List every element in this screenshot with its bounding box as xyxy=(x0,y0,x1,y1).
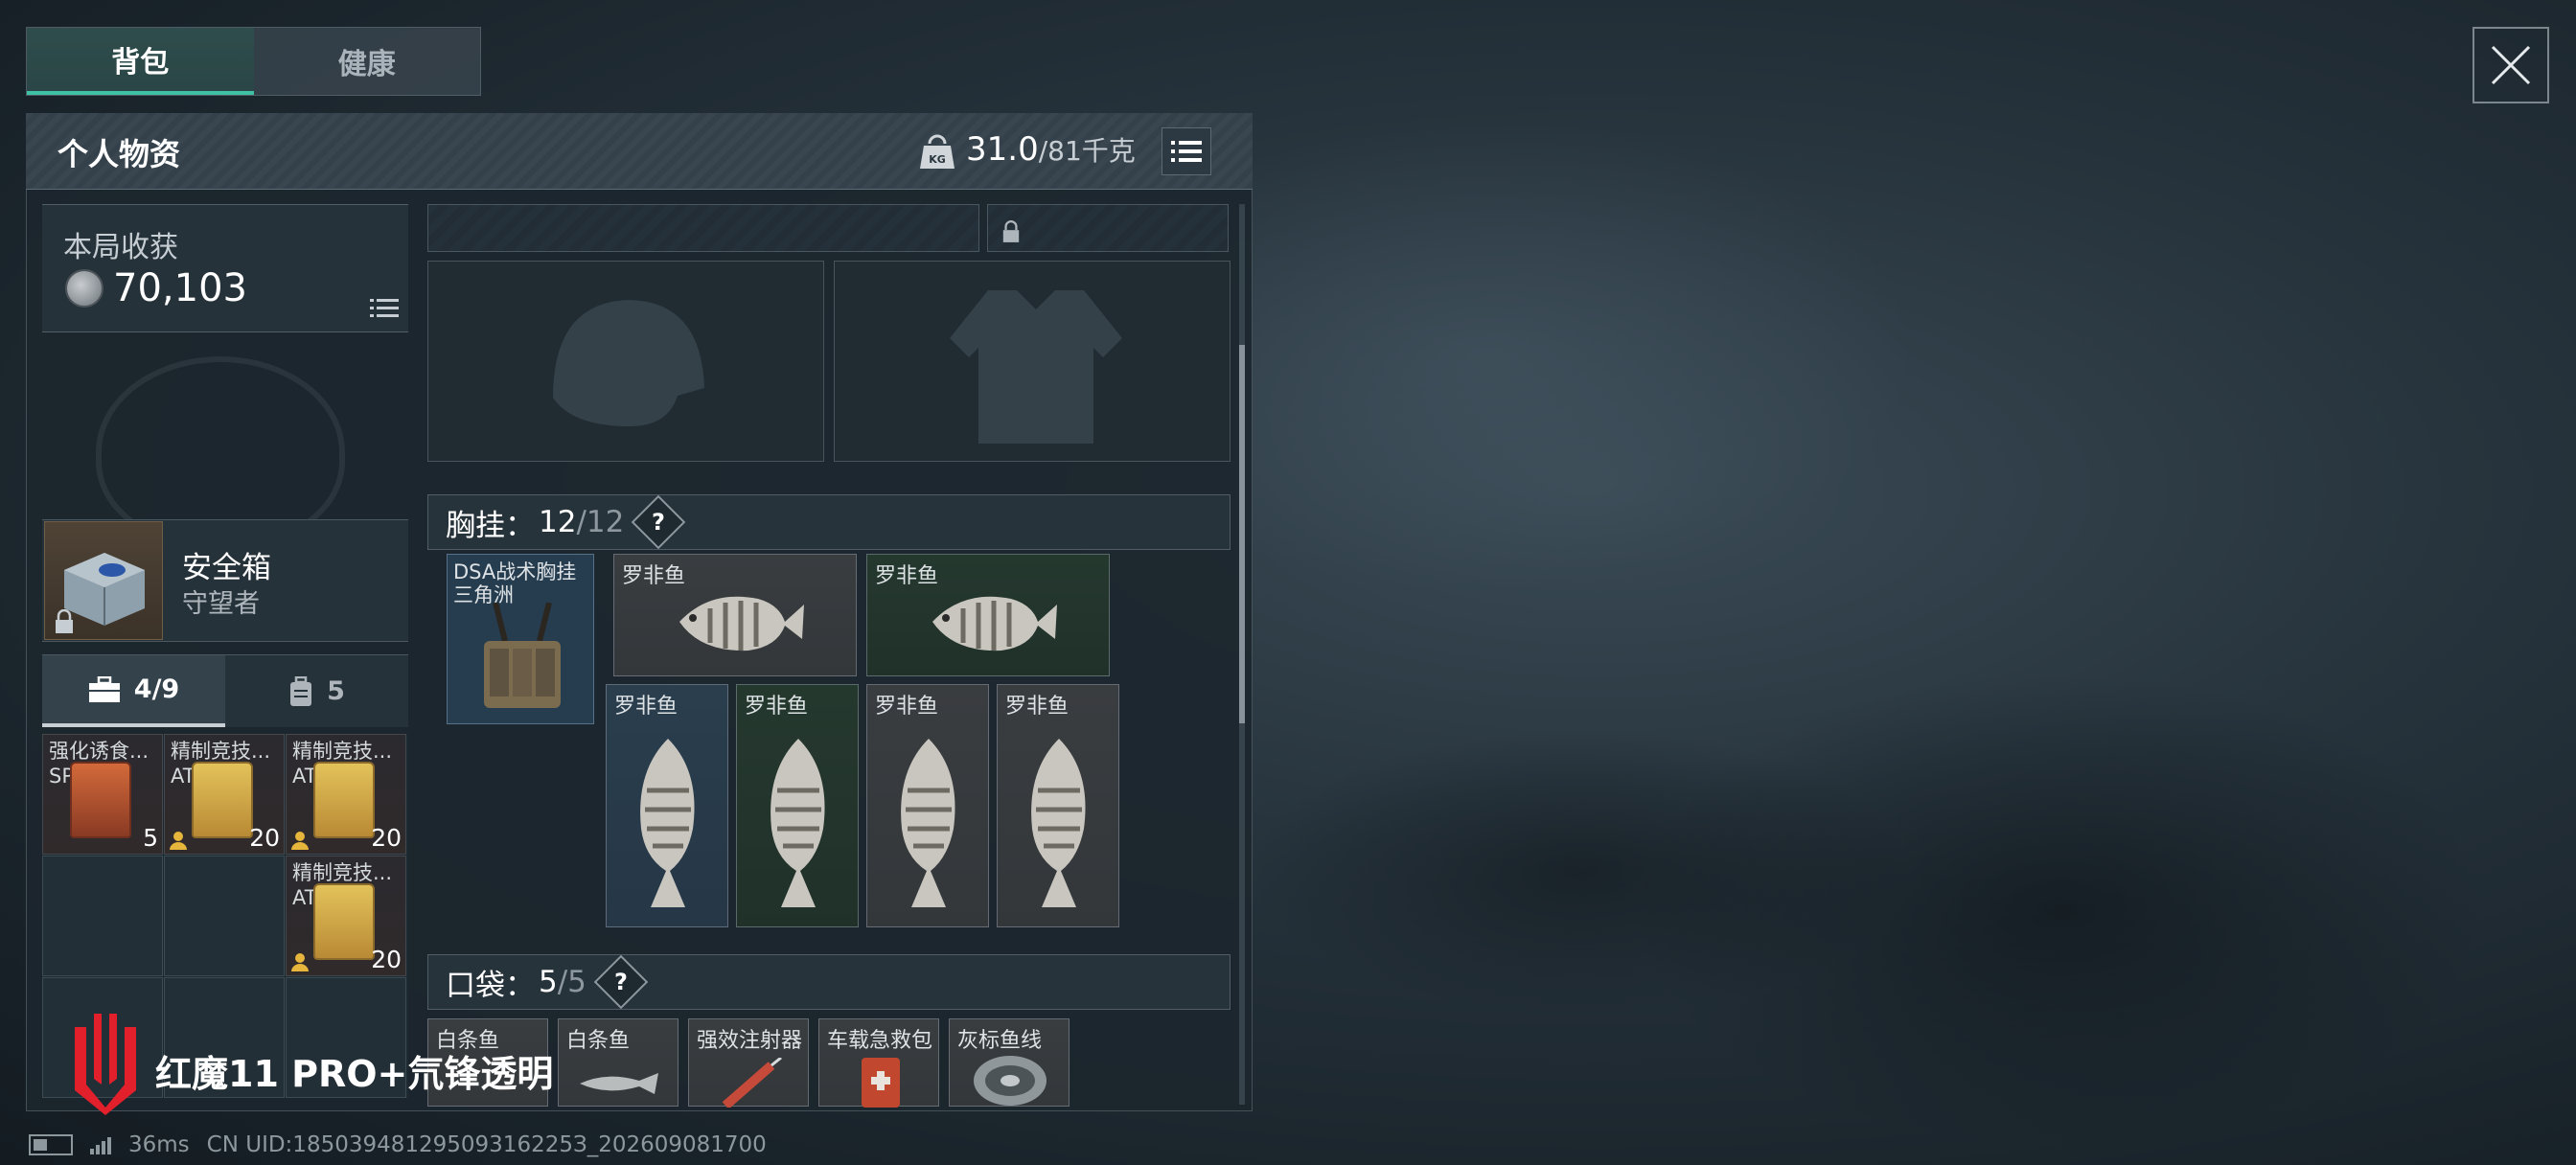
fish-item[interactable]: 罗非鱼 xyxy=(736,684,859,927)
chest-rig-item[interactable]: DSA战术胸挂三角洲 xyxy=(447,554,594,724)
chest-rig-capacity: 12/12 xyxy=(539,505,625,539)
harvest-detail-icon[interactable] xyxy=(370,297,399,320)
tab-health[interactable]: 健康 xyxy=(254,28,481,95)
grid-item[interactable]: 精制竞技... AT 20 xyxy=(286,734,406,855)
item-name: 罗非鱼 xyxy=(1005,695,1070,719)
fish-icon xyxy=(770,739,825,907)
item-name: 罗非鱼 xyxy=(875,695,939,719)
svg-text:KG: KG xyxy=(929,153,946,166)
helmet-icon xyxy=(553,300,704,426)
close-button[interactable] xyxy=(2472,27,2549,103)
fish-item[interactable]: 罗非鱼 xyxy=(613,554,857,676)
sort-list-button[interactable] xyxy=(1162,127,1211,175)
lock-icon xyxy=(1002,220,1020,242)
locked-slot[interactable] xyxy=(987,204,1229,252)
shared-user-icon xyxy=(170,832,187,850)
fish-item[interactable]: 罗非鱼 xyxy=(866,684,989,927)
subtab-case[interactable]: 4/9 xyxy=(42,655,225,727)
fish-icon xyxy=(901,739,955,907)
helmet-slot[interactable] xyxy=(427,261,824,462)
item-count: 20 xyxy=(371,946,402,973)
first-aid-kit-icon xyxy=(862,1058,900,1108)
weight-readout: 31.0/81千克 xyxy=(966,130,1136,169)
tab-backpack[interactable]: 背包 xyxy=(27,28,254,95)
grid-item[interactable]: 精制竞技... AT 20 xyxy=(164,734,285,855)
shared-user-icon xyxy=(291,832,309,850)
item-name: 车载急救包 xyxy=(827,1029,933,1053)
grid-empty-cell[interactable] xyxy=(164,856,285,976)
item-count: 20 xyxy=(249,824,280,852)
weight-current: 31.0 xyxy=(966,130,1039,169)
backpack-icon xyxy=(290,675,312,706)
pocket-header: 口袋： 5/5 ? xyxy=(427,954,1230,1010)
chest-rig-name: DSA战术胸挂三角洲 xyxy=(453,560,577,606)
syringe-icon xyxy=(722,1058,782,1108)
harvest-value: 70,103 xyxy=(113,266,247,310)
grid-item[interactable]: 精制竞技... AT 20 xyxy=(286,856,406,976)
equipment-slot[interactable] xyxy=(427,204,979,252)
pocket-item[interactable]: 白条鱼 xyxy=(558,1018,678,1107)
uid-readout: CN UID:18503948129509316225З_20260908170… xyxy=(206,1132,767,1157)
pocket-label: 口袋： xyxy=(446,968,535,1003)
shared-user-icon xyxy=(291,953,309,971)
bait-bag-icon xyxy=(313,762,375,838)
container-subtabs: 4/9 5 xyxy=(42,654,408,727)
fish-icon xyxy=(640,739,695,907)
bait-bag-icon xyxy=(70,762,131,838)
grid-empty-cell[interactable] xyxy=(42,856,163,976)
pocket-help-button[interactable]: ? xyxy=(593,954,649,1010)
battery-icon xyxy=(29,1134,73,1155)
body-armor-icon xyxy=(950,290,1122,444)
bait-bag-icon xyxy=(192,762,253,838)
armor-slot[interactable] xyxy=(834,261,1230,462)
pocket-capacity: 5/5 xyxy=(539,965,586,999)
status-bar: 36ms CN UID:18503948129509316225З_202609… xyxy=(29,1132,767,1157)
fish-item[interactable]: 罗非鱼 xyxy=(606,684,728,927)
item-name: 罗非鱼 xyxy=(614,695,678,719)
fish-icon xyxy=(679,596,804,651)
grid-item[interactable]: 强化诱食... SP 5 xyxy=(42,734,163,855)
background-shadow xyxy=(1246,728,1917,1016)
item-count: 5 xyxy=(143,824,158,852)
scrollbar-thumb[interactable] xyxy=(1239,345,1245,723)
safebox-tier: 守望者 xyxy=(182,589,260,619)
lock-icon xyxy=(56,609,73,633)
safebox-name: 安全箱 xyxy=(182,551,271,585)
chest-rig-label: 胸挂： xyxy=(446,508,535,543)
list-icon xyxy=(1171,141,1202,162)
close-icon xyxy=(2491,45,2531,85)
bait-bag-icon xyxy=(313,883,375,960)
pocket-item[interactable]: 强效注射器 xyxy=(688,1018,809,1108)
chest-rig-help-button[interactable]: ? xyxy=(632,494,686,550)
red-magic-logo-icon xyxy=(75,1014,136,1115)
signal-icon xyxy=(90,1135,111,1154)
subtab-backpack-label: 5 xyxy=(327,676,345,706)
pocket-item[interactable]: 灰标鱼线 xyxy=(949,1018,1070,1107)
fishing-line-spool-icon xyxy=(974,1056,1046,1106)
briefcase-icon xyxy=(88,675,120,702)
pocket-item[interactable]: 车载急救包 xyxy=(818,1018,939,1108)
item-name: 罗非鱼 xyxy=(745,695,809,719)
fish-icon xyxy=(932,596,1057,651)
weight-max: /81千克 xyxy=(1038,135,1136,167)
chest-rig-header: 胸挂： 12/12 ? xyxy=(427,494,1230,550)
subtab-case-label: 4/9 xyxy=(133,674,180,704)
item-name: 强效注射器 xyxy=(697,1029,803,1053)
harvest-label: 本局收获 xyxy=(63,231,178,264)
item-name: 白条鱼 xyxy=(566,1029,631,1053)
fish-item[interactable]: 罗非鱼 xyxy=(997,684,1119,927)
weight-icon: KG xyxy=(920,134,954,169)
panel-title: 个人物资 xyxy=(58,136,181,172)
device-watermark: 红魔11 PRO+氘锋透明 xyxy=(155,1053,554,1095)
fish-icon xyxy=(580,1073,658,1094)
subtab-backpack[interactable]: 5 xyxy=(225,655,408,727)
fish-item[interactable]: 罗非鱼 xyxy=(866,554,1110,676)
chest-rig-icon xyxy=(484,603,561,708)
item-count: 20 xyxy=(371,824,402,852)
ping-readout: 36ms xyxy=(128,1132,190,1157)
coin-icon xyxy=(65,269,104,308)
top-tabs: 背包 健康 xyxy=(26,27,481,96)
fish-icon xyxy=(1031,739,1086,907)
